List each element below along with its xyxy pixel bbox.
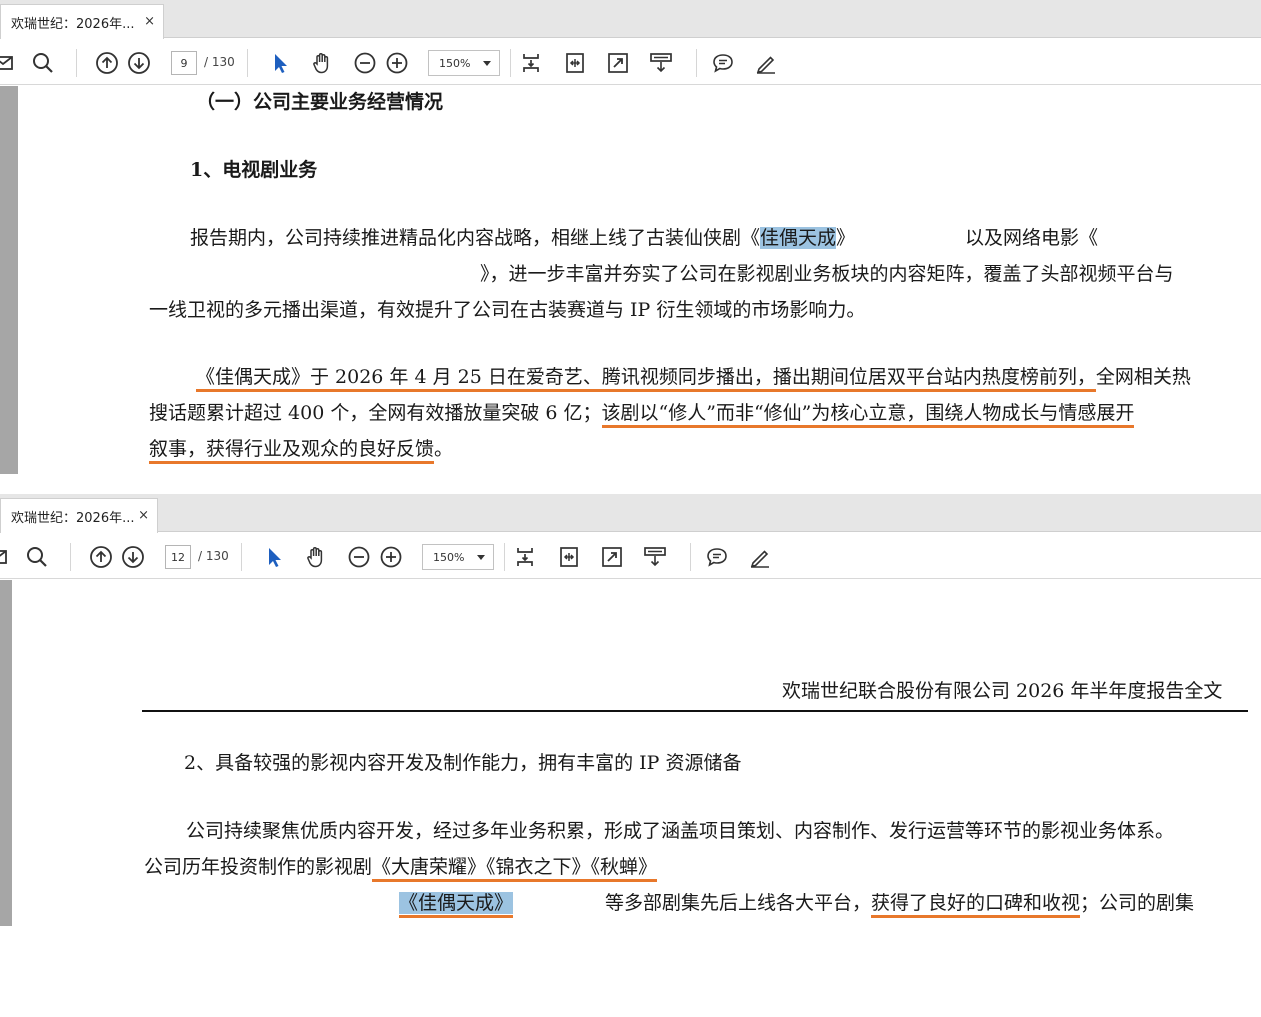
hand-tool-icon[interactable] [309,50,335,76]
mail-icon[interactable] [0,50,16,76]
fit-width-icon[interactable] [562,50,588,76]
tab-bar: 欢瑞世纪：2026年... × [0,0,1261,39]
underline-annotation: 叙事，获得行业及观众的良好反馈 [149,438,435,464]
underline-annotation: 获得了良好的口碑和收视 [871,892,1081,918]
underline-annotation: 该剧以“修人”而非“修仙”为核心立意，围绕人物成长与情感展开 [601,402,1135,428]
fit-page-icon[interactable] [512,544,538,570]
hand-tool-icon[interactable] [303,544,329,570]
toolbar-separator [70,543,71,571]
zoom-select[interactable]: 150% [428,50,500,76]
select-cursor-icon[interactable] [267,50,293,76]
zoom-in-icon[interactable] [384,50,410,76]
chevron-down-icon [477,555,485,560]
underline-annotation: 《佳偶天成》于 2026 年 4 月 25 日在爱奇艺、腾讯视频同步播出，播出期… [196,366,1096,392]
paragraph-line: 》，进一步丰富并夯实了公司在影视剧业务板块的内容矩阵，覆盖了头部视频平台与 [480,263,1174,285]
toolbar-separator [247,49,248,77]
document-tab-title: 欢瑞世纪：2026年... [11,16,135,32]
read-mode-icon[interactable] [642,544,668,570]
running-header: 欢瑞世纪联合股份有限公司 2026 年半年度报告全文 [782,680,1223,702]
underline-annotation: 《大唐荣耀》《锦衣之下》《秋蝉》 [372,856,658,882]
paragraph-line: 《佳偶天成》 等多部剧集先后上线各大平台，获得了良好的口碑和收视；公司的剧集 [399,890,1194,918]
read-mode-icon[interactable] [648,50,674,76]
blank-area [0,926,1261,1017]
toolbar-separator [504,543,505,571]
paragraph-line: 公司持续聚焦优质内容开发，经过多年业务积累，形成了涵盖项目策划、内容制作、发行运… [186,820,1175,842]
header-rule [142,710,1248,712]
page-number-input[interactable]: 9 [171,51,197,75]
zoom-out-icon[interactable] [352,50,378,76]
comment-icon[interactable] [704,544,730,570]
toolbar: 9 / 130 150% [0,39,1261,85]
full-screen-icon[interactable] [605,50,631,76]
section-heading: （一）公司主要业务经营情况 [196,91,444,113]
next-page-icon[interactable] [120,544,146,570]
paragraph-line: 搜话题累计超过 400 个，全网有效播放量突破 6 亿；该剧以“修人”而非“修仙… [149,400,1135,428]
tab-close-icon[interactable]: × [144,14,155,29]
viewer-window-top: 欢瑞世纪：2026年... × 9 / 130 150% （一）公司主要业务经营… [0,0,1261,474]
tab-close-icon[interactable]: × [138,508,149,523]
subsection-heading: 1、电视剧业务 [190,159,318,181]
highlight-pen-icon[interactable] [747,544,773,570]
comment-icon[interactable] [710,50,736,76]
zoom-value: 150% [439,56,471,70]
toolbar-separator [690,543,691,571]
tab-bar: 欢瑞世纪：2026年... × [0,494,1261,533]
paragraph-line: 公司历年投资制作的影视剧《大唐荣耀》《锦衣之下》《秋蝉》 [144,854,658,882]
search-highlight: 佳偶天成 [760,227,837,249]
window-gap [0,474,1261,494]
toolbar-separator [510,49,511,77]
zoom-value: 150% [433,550,465,564]
subsection-heading: 2、具备较强的影视内容开发及制作能力，拥有丰富的 IP 资源储备 [184,752,742,774]
chevron-down-icon [483,61,491,66]
zoom-select[interactable]: 150% [422,544,494,570]
paragraph-line: 叙事，获得行业及观众的良好反馈。 [149,436,453,464]
highlight-pen-icon[interactable] [753,50,779,76]
toolbar: 12 / 130 150% [0,533,1261,579]
paragraph-line: 报告期内，公司持续推进精品化内容战略，相继上线了古装仙侠剧《佳偶天成》 以及网络电… [190,227,1099,249]
next-page-icon[interactable] [126,50,152,76]
page-total: / 130 [198,549,229,563]
page-gutter [0,86,18,474]
toolbar-separator [696,49,697,77]
document-page: 欢瑞世纪联合股份有限公司 2026 年半年度报告全文 2、具备较强的影视内容开发… [0,580,1261,926]
select-cursor-icon[interactable] [261,544,287,570]
zoom-in-icon[interactable] [378,544,404,570]
previous-page-icon[interactable] [88,544,114,570]
fit-width-icon[interactable] [556,544,582,570]
document-page: （一）公司主要业务经营情况 1、电视剧业务 报告期内，公司持续推进精品化内容战略… [0,86,1261,474]
fit-page-icon[interactable] [518,50,544,76]
page-gutter [0,580,12,926]
document-tab[interactable]: 欢瑞世纪：2026年... × [0,4,164,39]
mail-icon[interactable] [0,544,10,570]
search-highlight: 《佳偶天成》 [399,892,514,914]
paragraph-line: 《佳偶天成》于 2026 年 4 月 25 日在爱奇艺、腾讯视频同步播出，播出期… [196,364,1191,392]
zoom-out-icon[interactable] [346,544,372,570]
previous-page-icon[interactable] [94,50,120,76]
document-tab[interactable]: 欢瑞世纪：2026年... × [0,498,158,533]
search-icon[interactable] [30,50,56,76]
document-tab-title: 欢瑞世纪：2026年... [11,510,135,526]
viewer-window-bottom: 欢瑞世纪：2026年... × 12 / 130 150% 欢瑞世纪联合股份有限… [0,494,1261,926]
full-screen-icon[interactable] [599,544,625,570]
toolbar-separator [241,543,242,571]
page-number-input[interactable]: 12 [165,545,191,569]
search-icon[interactable] [24,544,50,570]
underline-annotation: 《佳偶天成》 [399,892,514,918]
paragraph-line: 一线卫视的多元播出渠道，有效提升了公司在古装赛道与 IP 衍生领域的市场影响力。 [149,299,866,321]
toolbar-separator [76,49,77,77]
page-total: / 130 [204,55,235,69]
